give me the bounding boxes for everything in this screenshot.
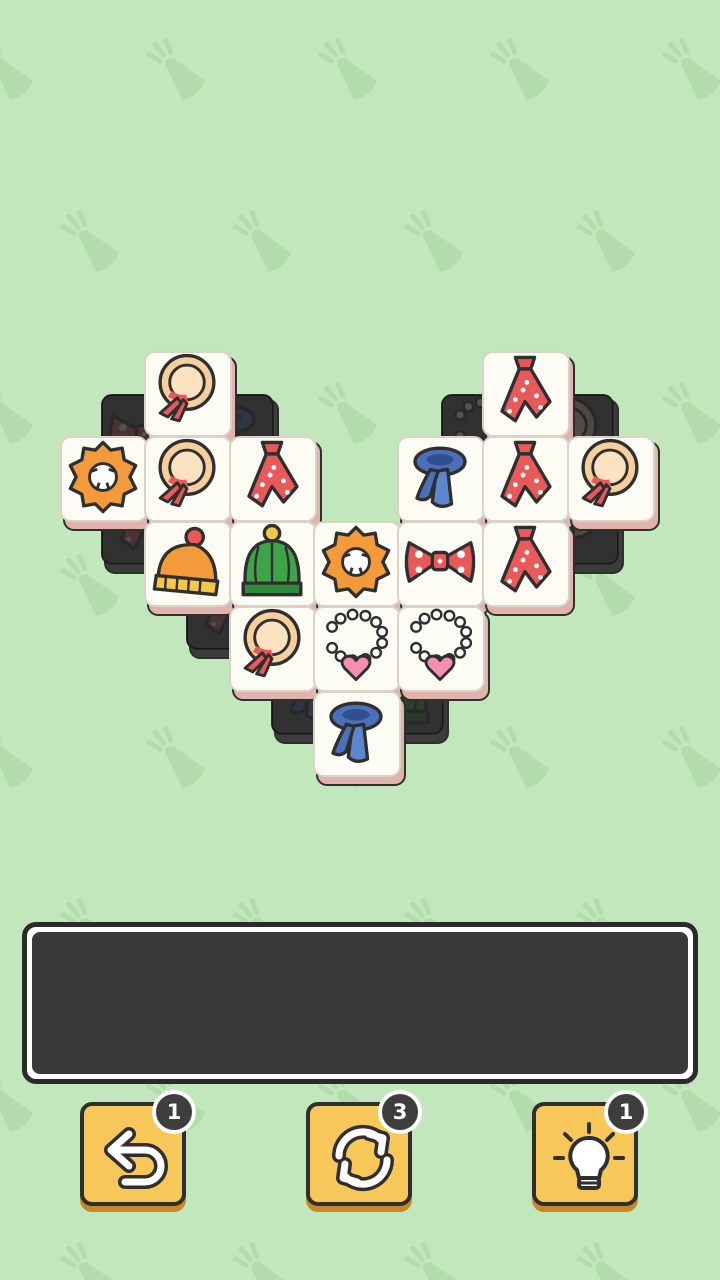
shuffle-count-badge: 3 xyxy=(378,1090,422,1134)
tile[interactable] xyxy=(481,350,577,446)
tile[interactable] xyxy=(228,435,324,531)
tile[interactable] xyxy=(312,520,408,616)
tile-tray xyxy=(22,922,698,1084)
undo-count-badge: 1 xyxy=(152,1090,196,1134)
tile[interactable] xyxy=(143,435,239,531)
hint-button[interactable]: 1 xyxy=(532,1090,648,1214)
tile[interactable] xyxy=(481,520,577,616)
tile[interactable] xyxy=(566,435,662,531)
hint-count-badge: 1 xyxy=(604,1090,648,1134)
tile[interactable] xyxy=(312,690,408,786)
tile[interactable] xyxy=(481,435,577,531)
tile[interactable] xyxy=(396,435,492,531)
shuffle-button[interactable]: 3 xyxy=(306,1090,422,1214)
undo-button[interactable]: 1 xyxy=(80,1090,196,1214)
tile[interactable] xyxy=(396,605,492,701)
tile[interactable] xyxy=(228,605,324,701)
tile[interactable] xyxy=(143,350,239,446)
tile[interactable] xyxy=(59,435,155,531)
tile[interactable] xyxy=(396,520,492,616)
tile-board xyxy=(0,0,720,900)
tile[interactable] xyxy=(143,520,239,616)
tray-slots xyxy=(32,932,688,1074)
tile[interactable] xyxy=(228,520,324,616)
tile[interactable] xyxy=(312,605,408,701)
